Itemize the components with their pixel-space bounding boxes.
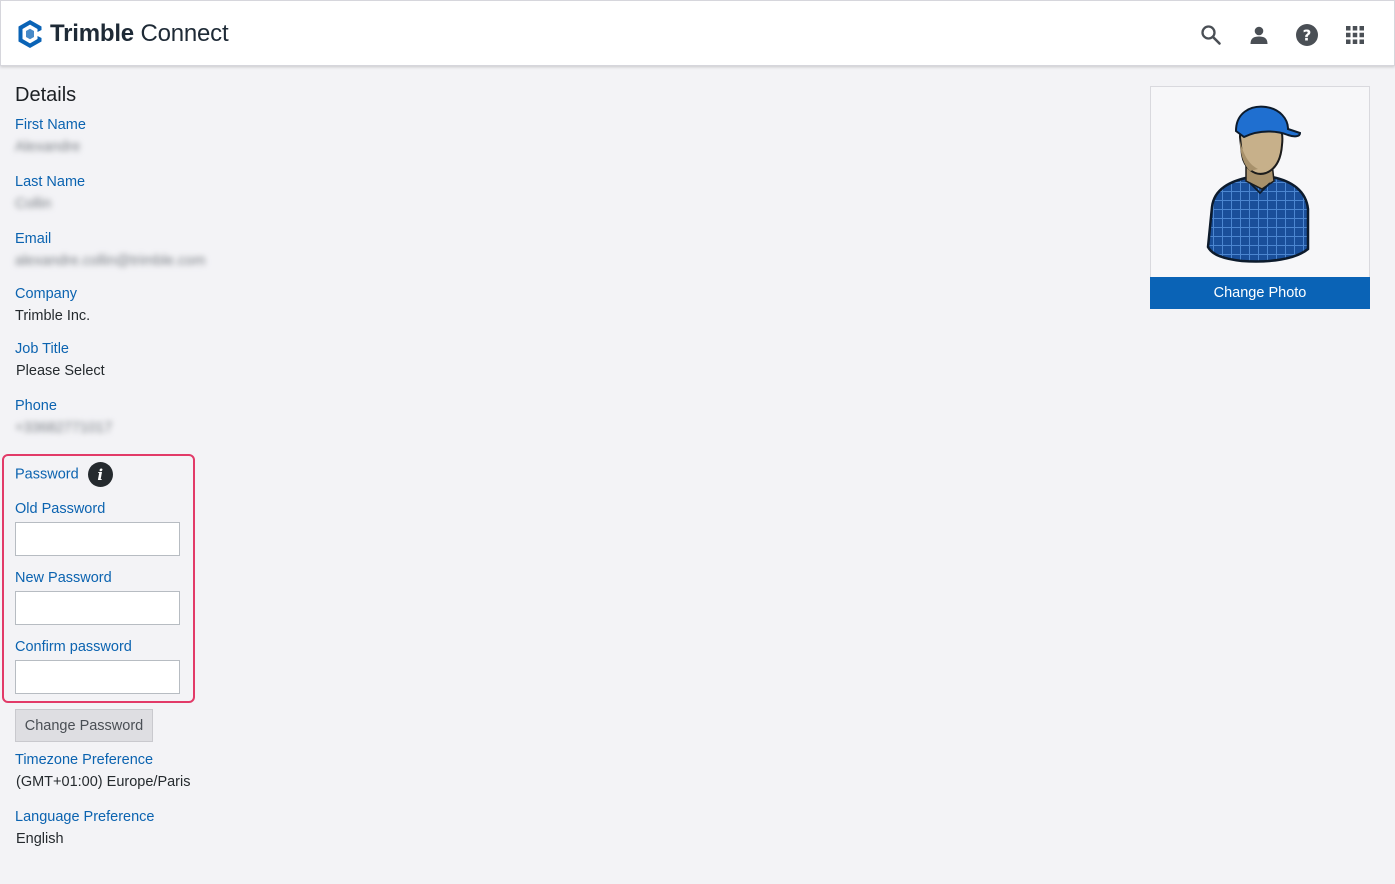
- confirm-password-label-wrap: Confirm password: [15, 639, 132, 655]
- first-name-label: First Name: [15, 117, 86, 133]
- user-icon[interactable]: [1246, 22, 1272, 48]
- details-panel: Details: [15, 84, 415, 115]
- last-name-label: Last Name: [15, 174, 86, 190]
- company-value: Trimble Inc.: [15, 308, 91, 324]
- email-field: Email alexandre.collin@trimble.com: [15, 231, 205, 271]
- trimble-logo-icon: [18, 20, 42, 48]
- last-name-field: Last Name Collin: [15, 174, 85, 214]
- profile-photo: [1150, 86, 1370, 278]
- new-password-label-wrap: New Password: [15, 570, 112, 586]
- language-field: Language Preference English: [15, 809, 154, 849]
- last-name-value: Collin: [15, 196, 52, 212]
- help-icon[interactable]: ?: [1294, 22, 1320, 48]
- apps-grid-icon[interactable]: [1342, 22, 1368, 48]
- old-password-label: Old Password: [15, 501, 106, 517]
- confirm-password-input[interactable]: [15, 660, 180, 694]
- new-password-label: New Password: [15, 570, 112, 586]
- timezone-label: Timezone Preference: [15, 752, 154, 768]
- password-section-label: Password: [15, 466, 79, 483]
- email-value: alexandre.collin@trimble.com: [15, 253, 206, 269]
- first-name-field: First Name Alexandre: [15, 117, 86, 157]
- old-password-input[interactable]: [15, 522, 180, 556]
- page-title: Details: [15, 84, 77, 106]
- svg-text:?: ?: [1303, 27, 1312, 45]
- header-icons: ?: [1198, 22, 1368, 48]
- language-select[interactable]: English: [16, 831, 154, 849]
- search-icon[interactable]: [1198, 22, 1224, 48]
- timezone-field: Timezone Preference (GMT+01:00) Europe/P…: [15, 752, 190, 792]
- first-name-value: Alexandre: [15, 139, 81, 155]
- company-label: Company: [15, 286, 78, 302]
- company-field: Company Trimble Inc.: [15, 286, 90, 326]
- language-label: Language Preference: [15, 809, 155, 825]
- change-photo-button[interactable]: Change Photo: [1150, 277, 1370, 309]
- phone-value: +33682771017: [15, 420, 113, 436]
- job-title-select[interactable]: Please Select: [16, 363, 105, 381]
- phone-field: Phone +33682771017: [15, 398, 112, 438]
- email-label: Email: [15, 231, 52, 247]
- phone-label: Phone: [15, 398, 57, 414]
- top-bar: Trimble Connect ?: [0, 0, 1395, 66]
- info-icon[interactable]: i: [87, 462, 113, 487]
- avatar: [1206, 105, 1310, 263]
- job-title-label: Job Title: [15, 341, 69, 357]
- old-password-label-wrap: Old Password: [15, 501, 105, 517]
- brand-light-text: Connect: [140, 20, 229, 47]
- job-title-field: Job Title Please Select: [15, 341, 105, 381]
- timezone-select[interactable]: (GMT+01:00) Europe/Paris: [16, 774, 190, 792]
- brand-bold-text: Trimble: [50, 20, 134, 47]
- trimble-connect-logo[interactable]: Trimble Connect: [17, 19, 229, 49]
- new-password-input[interactable]: [15, 591, 180, 625]
- password-section-header: Password i: [15, 462, 113, 487]
- confirm-password-label: Confirm password: [15, 639, 132, 655]
- change-password-button[interactable]: Change Password: [15, 709, 153, 742]
